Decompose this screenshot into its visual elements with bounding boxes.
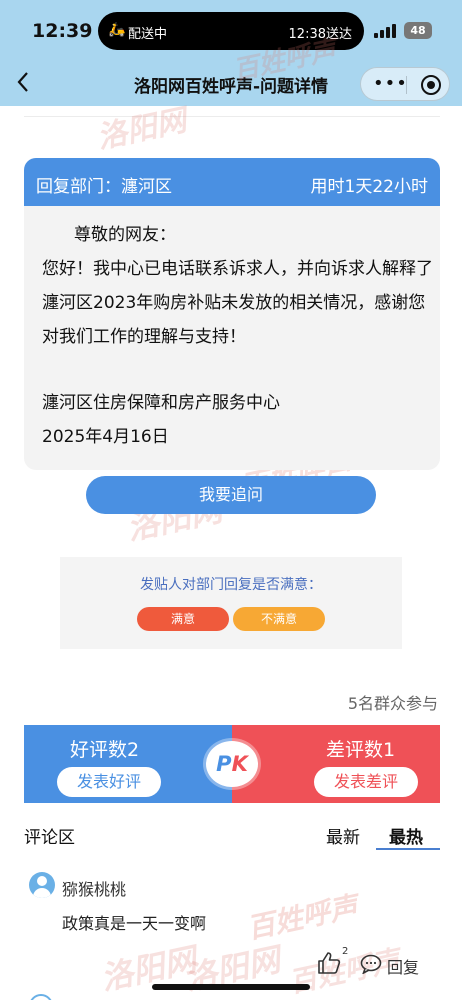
tab-latest[interactable]: 最新: [326, 823, 360, 848]
home-indicator[interactable]: [152, 984, 310, 990]
good-review-count: 好评数2: [70, 739, 140, 761]
unsatisfied-button[interactable]: 不满意: [233, 607, 325, 631]
dynamic-island[interactable]: 🛵 配送中 12:38送达: [98, 12, 364, 50]
pk-vote-bar: 好评数2 发表好评 差评数1 发表差评 PK: [24, 725, 440, 803]
avatar[interactable]: [29, 994, 53, 1000]
active-tab-indicator: [376, 848, 440, 850]
reply-content: 您好！我中心已电话联系诉求人，并向诉求人解释了瀍河区2023年购房补贴未发放的相…: [42, 259, 433, 347]
comment-section-title: 评论区: [24, 828, 75, 848]
delivery-rider-icon: 🛵: [108, 22, 126, 38]
good-review-panel: 好评数2 发表好评: [24, 725, 232, 803]
more-menu-icon[interactable]: •••: [373, 73, 408, 94]
thumbs-up-icon[interactable]: [316, 950, 342, 976]
bad-review-panel: 差评数1 发表差评: [232, 725, 440, 803]
follow-up-button[interactable]: 我要追问: [86, 476, 376, 514]
pk-badge-icon: PK: [206, 741, 258, 787]
reply-elapsed-time: 用时1天22小时: [310, 177, 428, 197]
reply-header: 回复部门：瀍河区 用时1天22小时: [24, 158, 440, 206]
signal-icon: [374, 24, 396, 38]
battery-icon: 48: [404, 22, 432, 39]
bad-review-count: 差评数1: [326, 739, 396, 761]
status-bar: 12:39 🛵 配送中 12:38送达 48: [0, 0, 462, 62]
avatar[interactable]: [29, 872, 55, 898]
satisfied-button[interactable]: 满意: [137, 607, 229, 631]
comment-text: 政策真是一天一变啊: [62, 914, 207, 933]
miniprogram-capsule: •••: [360, 67, 450, 101]
reply-body: 尊敬的网友： 您好！我中心已电话联系诉求人，并向诉求人解释了瀍河区2023年购房…: [42, 218, 434, 454]
reply-greeting: 尊敬的网友：: [74, 225, 176, 245]
reply-signature-date: 2025年4月16日: [42, 427, 169, 447]
close-miniprogram-icon[interactable]: [421, 75, 441, 95]
pk-badge-p: P: [216, 752, 232, 776]
reply-card: 回复部门：瀍河区 用时1天22小时 尊敬的网友： 您好！我中心已电话联系诉求人，…: [24, 158, 440, 470]
reply-department: 回复部门：瀍河区: [36, 177, 172, 197]
delivery-status: 配送中: [128, 27, 168, 42]
comment-bubble-icon[interactable]: [360, 954, 382, 975]
post-good-review-button[interactable]: 发表好评: [57, 767, 161, 797]
capsule-divider: [406, 76, 407, 94]
delivery-eta: 12:38送达: [288, 27, 352, 42]
reply-button[interactable]: 回复: [387, 954, 419, 978]
comment-username[interactable]: 猕猴桃桃: [62, 876, 126, 900]
pk-badge-k: K: [231, 752, 248, 776]
status-time: 12:39: [32, 20, 93, 42]
like-count: 2: [342, 946, 349, 957]
tab-hot[interactable]: 最热: [389, 823, 423, 848]
comment-item: 猕猴桃桃 政策真是一天一变啊 2 回复: [24, 868, 440, 980]
participant-count: 5名群众参与: [347, 694, 438, 713]
nav-bar: 洛阳网百姓呼声-问题详情 •••: [0, 62, 462, 106]
post-bad-review-button[interactable]: 发表差评: [314, 767, 418, 797]
satisfaction-panel: 发贴人对部门回复是否满意： 满意 不满意: [60, 557, 402, 649]
satisfaction-question: 发贴人对部门回复是否满意：: [140, 577, 322, 593]
divider: [24, 116, 440, 117]
reply-signature-org: 瀍河区住房保障和房产服务中心: [42, 393, 280, 413]
